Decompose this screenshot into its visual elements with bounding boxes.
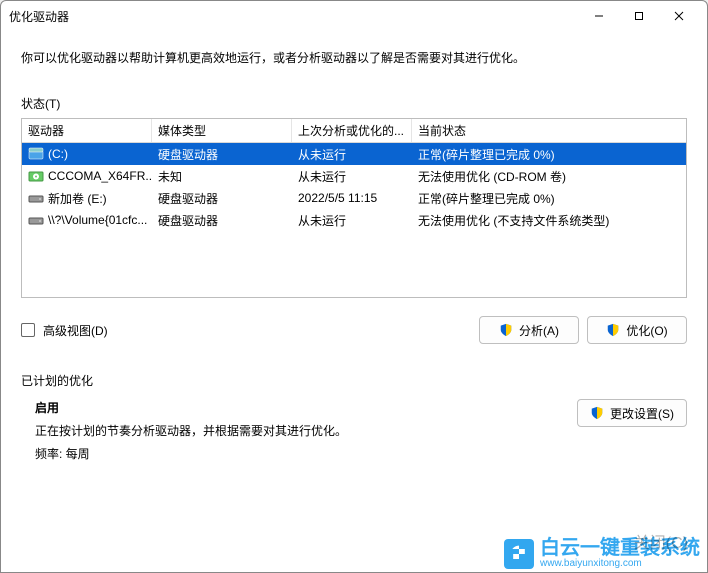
drive-icon <box>28 213 44 227</box>
status-label: 状态(T) <box>21 95 687 112</box>
advanced-view-checkbox[interactable] <box>21 323 35 337</box>
close-dialog-button[interactable]: 关闭(C) <box>634 529 688 553</box>
shield-icon <box>606 323 620 337</box>
content: 你可以优化驱动器以帮助计算机更高效地运行，或者分析驱动器以了解是否需要对其进行优… <box>1 31 707 572</box>
drive-name: (C:) <box>48 147 68 161</box>
media-type: 硬盘驱动器 <box>152 146 292 163</box>
table-header: 驱动器 媒体类型 上次分析或优化的... 当前状态 <box>22 119 686 143</box>
close-button[interactable] <box>659 2 699 30</box>
drive-name: 新加卷 (E:) <box>48 190 107 207</box>
below-table-bar: 高级视图(D) 分析(A) 优化(O) <box>21 316 687 344</box>
media-type: 硬盘驱动器 <box>152 212 292 229</box>
change-settings-label: 更改设置(S) <box>610 405 674 422</box>
shield-icon <box>590 406 604 420</box>
table-body: (C:)硬盘驱动器从未运行正常(碎片整理已完成 0%)CCCOMA_X64FR.… <box>22 143 686 231</box>
table-row[interactable]: \\?\Volume{01cfc... 硬盘驱动器从未运行无法使用优化 (不支持文… <box>22 209 686 231</box>
table-row[interactable]: 新加卷 (E:) 硬盘驱动器2022/5/5 11:15正常(碎片整理已完成 0%… <box>22 187 686 209</box>
current-status: 无法使用优化 (CD-ROM 卷) <box>412 168 686 185</box>
description-text: 你可以优化驱动器以帮助计算机更高效地运行，或者分析驱动器以了解是否需要对其进行优… <box>21 49 687 67</box>
scheduled-box: 启用 正在按计划的节奏分析驱动器，并根据需要对其进行优化。 频率: 每周 更改设… <box>21 399 687 462</box>
last-run: 从未运行 <box>292 146 412 163</box>
col-header-last[interactable]: 上次分析或优化的... <box>292 119 412 142</box>
current-status: 正常(碎片整理已完成 0%) <box>412 190 686 207</box>
last-run: 从未运行 <box>292 212 412 229</box>
drive-name: \\?\Volume{01cfc... <box>48 213 147 227</box>
scheduled-enabled: 启用 <box>35 399 577 416</box>
drive-table: 驱动器 媒体类型 上次分析或优化的... 当前状态 (C:)硬盘驱动器从未运行正… <box>21 118 687 298</box>
scheduled-desc: 正在按计划的节奏分析驱动器，并根据需要对其进行优化。 <box>35 422 577 439</box>
scheduled-text: 启用 正在按计划的节奏分析驱动器，并根据需要对其进行优化。 频率: 每周 <box>35 399 577 462</box>
shield-icon <box>499 323 513 337</box>
minimize-button[interactable] <box>579 2 619 30</box>
maximize-button[interactable] <box>619 2 659 30</box>
change-settings-button[interactable]: 更改设置(S) <box>577 399 687 427</box>
table-row[interactable]: (C:) 硬盘驱动器从未运行正常(碎片整理已完成 0%) <box>22 143 686 165</box>
analyze-button[interactable]: 分析(A) <box>479 316 579 344</box>
current-status: 无法使用优化 (不支持文件系统类型) <box>412 212 686 229</box>
col-header-drive[interactable]: 驱动器 <box>22 119 152 142</box>
window-title: 优化驱动器 <box>9 8 579 25</box>
media-type: 硬盘驱动器 <box>152 190 292 207</box>
drive-icon <box>28 169 44 183</box>
optimize-button[interactable]: 优化(O) <box>587 316 687 344</box>
scheduled-title: 已计划的优化 <box>21 372 687 389</box>
current-status: 正常(碎片整理已完成 0%) <box>412 146 686 163</box>
scheduled-freq: 频率: 每周 <box>35 445 577 462</box>
analyze-label: 分析(A) <box>519 322 559 339</box>
last-run: 2022/5/5 11:15 <box>292 191 412 205</box>
watermark-url: www.baiyunxitong.com <box>540 558 700 569</box>
advanced-view-label: 高级视图(D) <box>43 322 108 339</box>
media-type: 未知 <box>152 168 292 185</box>
table-row[interactable]: CCCOMA_X64FR...未知从未运行无法使用优化 (CD-ROM 卷) <box>22 165 686 187</box>
drive-icon <box>28 191 44 205</box>
col-header-status[interactable]: 当前状态 <box>412 119 686 142</box>
drive-icon <box>28 147 44 161</box>
col-header-media[interactable]: 媒体类型 <box>152 119 292 142</box>
drive-name: CCCOMA_X64FR... <box>48 169 152 183</box>
watermark-logo-icon <box>504 539 534 569</box>
window: 优化驱动器 你可以优化驱动器以帮助计算机更高效地运行，或者分析驱动器以了解是否需… <box>0 0 708 573</box>
last-run: 从未运行 <box>292 168 412 185</box>
optimize-label: 优化(O) <box>626 322 667 339</box>
titlebar: 优化驱动器 <box>1 1 707 31</box>
